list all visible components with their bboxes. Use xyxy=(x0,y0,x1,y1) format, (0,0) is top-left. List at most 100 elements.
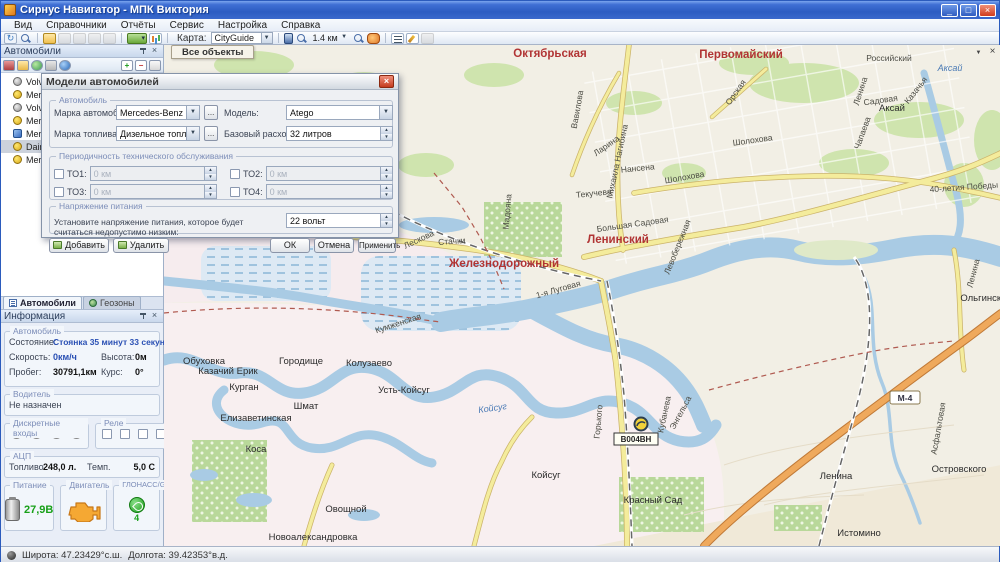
map-select[interactable]: CityGuide xyxy=(211,32,273,44)
info-group-inputs: Дискретные входы xyxy=(4,423,89,449)
fuel-label: Топливо xyxy=(9,462,43,472)
apply-button[interactable]: Применить xyxy=(358,238,396,253)
menu-item[interactable]: Вид xyxy=(7,20,39,31)
search-icon[interactable] xyxy=(19,33,32,44)
delete-button[interactable]: Удалить xyxy=(113,238,169,253)
map-label: Коса xyxy=(246,444,268,455)
menu-item[interactable]: Отчёты xyxy=(114,20,163,31)
gps-satellites-value: 4 xyxy=(134,513,139,523)
refresh-icon[interactable] xyxy=(4,33,17,44)
scale-select[interactable]: 1.4 км xyxy=(310,32,350,44)
altitude-value: 0м xyxy=(135,352,147,362)
vehicle-plate: В004ВН xyxy=(621,435,652,444)
chevron-down-icon[interactable] xyxy=(186,106,199,119)
globe-icon[interactable] xyxy=(31,60,43,71)
close-icon[interactable] xyxy=(149,46,160,56)
mileage-value: 30791,1км xyxy=(53,367,93,377)
tab-vehicles[interactable]: Автомобили xyxy=(3,296,82,309)
maintenance-spinner: 0 км xyxy=(90,184,217,199)
zoom-in-icon[interactable] xyxy=(295,33,308,44)
chevron-down-icon[interactable] xyxy=(186,127,199,140)
dialog-title-bar[interactable]: Модели автомобилей xyxy=(42,74,398,90)
map-label: Островского xyxy=(932,464,987,475)
tab-list-dropdown-icon[interactable] xyxy=(973,46,984,57)
car-icon[interactable] xyxy=(3,60,15,71)
printer-icon[interactable] xyxy=(45,60,57,71)
menu-item[interactable]: Справочники xyxy=(39,20,114,31)
spinner-arrows[interactable] xyxy=(380,127,392,140)
maintenance-checkbox[interactable] xyxy=(230,187,240,197)
ok-button[interactable]: ОК xyxy=(270,238,310,253)
chevron-down-icon[interactable] xyxy=(339,32,350,44)
sphere-icon[interactable] xyxy=(59,60,71,71)
chevron-down-icon[interactable] xyxy=(261,33,272,43)
map-label: Российский xyxy=(866,53,912,63)
spinner-arrows[interactable] xyxy=(380,214,392,227)
fuel-select[interactable]: Дизельное топливо xyxy=(116,126,200,141)
speed-value: 0км/ч xyxy=(53,352,93,362)
maintenance-label: ТО1: xyxy=(67,169,87,179)
chart-icon[interactable] xyxy=(149,33,162,44)
chevron-down-icon[interactable] xyxy=(379,106,392,119)
title-bar[interactable]: Сирнус Навигатор - МПК Виктория xyxy=(1,1,999,19)
zoom-out-icon[interactable] xyxy=(352,33,365,44)
maximize-button[interactable] xyxy=(960,4,977,17)
maintenance-spinner: 0 км xyxy=(266,166,393,181)
copy-icon[interactable] xyxy=(17,60,29,71)
brand-browse-button[interactable]: ... xyxy=(204,105,218,120)
driver-value: Не назначен xyxy=(9,400,61,410)
battery-icon xyxy=(5,499,20,521)
delete-table-icon xyxy=(118,241,127,249)
model-combobox[interactable]: Atego xyxy=(286,105,393,120)
tab-geozones[interactable]: Геозоны xyxy=(83,296,141,309)
add-vehicle-button[interactable]: + xyxy=(121,60,133,71)
tab-close-icon[interactable] xyxy=(987,46,998,57)
fuel-browse-button[interactable]: ... xyxy=(204,126,218,141)
add-table-icon xyxy=(53,241,62,249)
list-icon xyxy=(9,299,17,307)
temp-value: 5,0 C xyxy=(133,462,155,472)
voltage-spinner[interactable]: 22 вольт xyxy=(286,213,393,228)
globe-icon xyxy=(89,299,97,307)
pan-hand-icon[interactable] xyxy=(367,33,380,44)
relay-checkbox[interactable] xyxy=(120,429,130,439)
map-label: Октябрьская xyxy=(513,48,587,60)
minimize-button[interactable] xyxy=(941,4,958,17)
pin-icon[interactable] xyxy=(138,311,149,321)
m4-badge: М-4 xyxy=(890,391,920,404)
relay-checkbox[interactable] xyxy=(102,429,112,439)
tab-all-objects[interactable]: Все объекты xyxy=(171,45,254,59)
vehicle-icon xyxy=(13,90,22,99)
info-panel: Автомобиль Состояние: Стоянка 35 минут 3… xyxy=(1,323,163,562)
dialog-close-button[interactable] xyxy=(379,75,394,88)
consumption-spinner[interactable]: 32 литров xyxy=(286,126,393,141)
add-button[interactable]: Добавить xyxy=(49,238,109,253)
report-icon[interactable] xyxy=(43,33,56,44)
vehicle-icon xyxy=(13,142,22,151)
menu-item[interactable]: Справка xyxy=(274,20,327,31)
maintenance-checkbox[interactable] xyxy=(230,169,240,179)
menu-item[interactable]: Сервис xyxy=(163,20,211,31)
close-button[interactable] xyxy=(979,4,996,17)
cancel-button[interactable]: Отмена xyxy=(314,238,354,253)
pin-icon[interactable] xyxy=(138,46,149,56)
edit-icon[interactable] xyxy=(406,33,419,44)
legend-icon[interactable] xyxy=(391,33,404,44)
vehicle-dropdown-button[interactable] xyxy=(127,33,147,44)
window-title: Сирнус Навигатор - МПК Виктория xyxy=(20,4,939,16)
grid-icon[interactable] xyxy=(149,60,161,71)
maintenance-checkbox[interactable] xyxy=(54,187,64,197)
vehicle-icon xyxy=(13,155,22,164)
menu-item[interactable]: Настройка xyxy=(211,20,274,31)
toolbar-separator xyxy=(167,33,168,43)
engine-icon xyxy=(66,498,102,522)
map-label: Ольгинская xyxy=(960,293,1000,304)
vehicles-panel-header: Автомобили xyxy=(1,45,163,58)
close-icon[interactable] xyxy=(149,311,160,321)
brand-select[interactable]: Mercedes-Benz xyxy=(116,105,200,120)
maintenance-checkbox[interactable] xyxy=(54,169,64,179)
remove-vehicle-button[interactable]: − xyxy=(135,60,147,71)
ruler-icon[interactable] xyxy=(284,33,293,44)
relay-checkbox[interactable] xyxy=(138,429,148,439)
map-label: Шмат xyxy=(294,401,319,412)
